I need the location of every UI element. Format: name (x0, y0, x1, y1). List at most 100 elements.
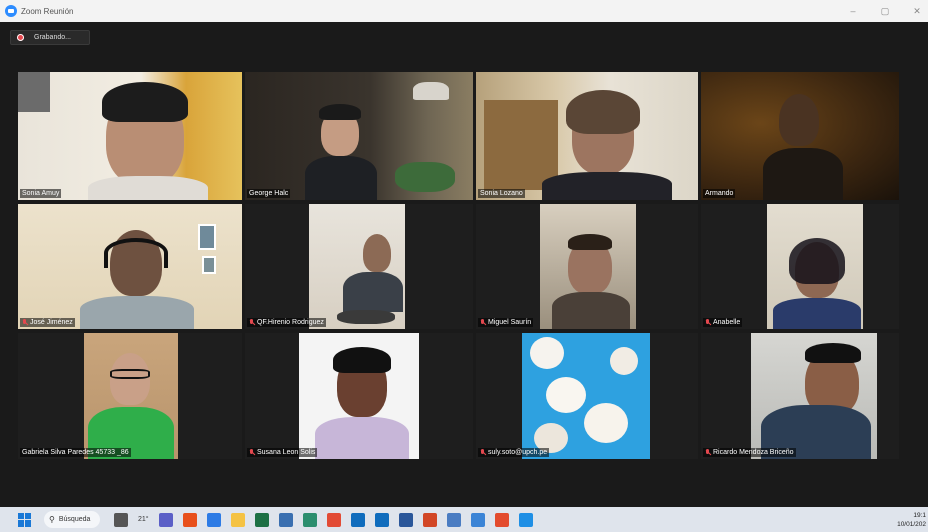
participant-name: QF.Hirenio Rodriguez (247, 318, 326, 327)
flower-blossom (610, 347, 638, 375)
calendar-icon[interactable] (470, 512, 485, 527)
participant-tile[interactable]: Ricardo Mendoza Briceño (701, 333, 899, 459)
minimize-button[interactable]: – (846, 6, 860, 16)
participant-name: Miguel Saurín (478, 318, 534, 327)
wall-picture (18, 72, 50, 112)
participant-tile[interactable]: Susana Leon Solis (245, 333, 473, 459)
windows-taskbar: ⚲ Búsqueda 21° 19:1 10/01/202 (0, 507, 928, 532)
mic-muted-icon (480, 319, 486, 326)
notepad-icon[interactable] (446, 512, 461, 527)
office-icon[interactable] (182, 512, 197, 527)
participant-name: Sonia Amuy (20, 189, 62, 198)
participant-tile[interactable]: Sonia Amuy (18, 72, 242, 200)
participant-hair (566, 90, 640, 134)
windows-start-icon[interactable] (18, 512, 32, 527)
help-icon[interactable] (518, 512, 533, 527)
participant-body (305, 156, 377, 200)
participant-body (763, 148, 843, 200)
participant-tile[interactable]: Anabelle (701, 204, 899, 329)
title-bar: Zoom Reunión – ▢ ✕ (0, 0, 928, 22)
weather-icon[interactable]: 21° (138, 516, 149, 523)
chrome-icon[interactable] (326, 512, 341, 527)
flower-blossom (530, 337, 564, 369)
zoom-window: Zoom Reunión – ▢ ✕ Grabando... Sonia Amu… (0, 0, 928, 532)
participant-body (80, 296, 194, 329)
participant-name: Armando (703, 189, 736, 198)
zoom-logo-icon (5, 5, 17, 17)
edge-icon[interactable] (302, 512, 317, 527)
participant-name: Anabelle (703, 318, 743, 327)
participant-tile[interactable]: suly.soto@upch.pe (476, 333, 698, 459)
participant-name: Sonia Lozano (478, 189, 525, 198)
bookshelf (484, 100, 558, 190)
lamp (413, 82, 449, 100)
mic-muted-icon (480, 449, 486, 456)
participant-name: George Halc (247, 189, 291, 198)
participant-face (110, 353, 150, 405)
taskbar-apps: 21° (114, 512, 533, 527)
desk-object (337, 310, 395, 324)
participant-tile[interactable]: Miguel Saurín (476, 204, 698, 329)
mic-muted-icon (705, 449, 711, 456)
headset-icon (104, 238, 168, 268)
mic-muted-icon (249, 319, 255, 326)
participant-body (343, 272, 403, 312)
mail-icon[interactable] (374, 512, 389, 527)
participant-hair (319, 104, 361, 120)
recording-label: Grabando... (34, 34, 71, 41)
outlook-icon[interactable] (350, 512, 365, 527)
participant-tile[interactable]: José Jiménez (18, 204, 242, 329)
app-icon[interactable] (494, 512, 509, 527)
participant-face (779, 94, 819, 146)
participant-face (363, 234, 391, 272)
system-clock[interactable]: 19:1 10/01/202 (897, 511, 926, 529)
task-view-icon[interactable] (114, 512, 128, 527)
clock-time: 19:1 (913, 512, 926, 519)
plants (395, 162, 455, 192)
file-explorer-icon[interactable] (230, 512, 245, 527)
participant-tile[interactable]: Sonia Lozano (476, 72, 698, 200)
mic-muted-icon (22, 319, 28, 326)
maximize-button[interactable]: ▢ (878, 6, 892, 17)
window-title: Zoom Reunión (21, 6, 74, 16)
participant-name: José Jiménez (20, 318, 75, 327)
participant-name: Gabriela Silva Paredes 45733 _86 (20, 448, 131, 457)
wall-frame (198, 224, 216, 250)
taskbar-search[interactable]: ⚲ Búsqueda (44, 511, 100, 528)
participant-hair (333, 347, 391, 373)
participant-name: Ricardo Mendoza Briceño (703, 448, 796, 457)
participant-tile-active-speaker[interactable]: George Halc (245, 72, 473, 200)
close-button[interactable]: ✕ (910, 6, 924, 17)
search-label: Búsqueda (58, 516, 91, 523)
participant-hair (102, 82, 188, 122)
participant-name: Susana Leon Solis (247, 448, 318, 457)
participant-body (773, 298, 861, 329)
clock-date: 10/01/202 (897, 521, 926, 528)
participant-body (542, 172, 672, 200)
meeting-gallery: Grabando... Sonia Amuy George Halc Sonia… (0, 22, 928, 507)
participant-hair (568, 234, 612, 250)
participant-body (552, 292, 630, 329)
glasses-icon (110, 369, 150, 379)
recording-indicator[interactable]: Grabando... (10, 30, 90, 45)
participant-hair (789, 238, 845, 284)
participant-tile[interactable]: Armando (701, 72, 899, 200)
wall-frame (202, 256, 216, 274)
search-icon: ⚲ (49, 515, 55, 524)
photos-icon[interactable] (278, 512, 293, 527)
participant-hair (805, 343, 861, 363)
window-controls: – ▢ ✕ (846, 0, 924, 22)
notes-icon[interactable] (206, 512, 221, 527)
excel-icon[interactable] (254, 512, 269, 527)
participant-tile[interactable]: QF.Hirenio Rodriguez (245, 204, 473, 329)
mic-muted-icon (705, 319, 711, 326)
participant-name: suly.soto@upch.pe (478, 448, 550, 457)
powerpoint-icon[interactable] (422, 512, 437, 527)
teams-icon[interactable] (158, 512, 173, 527)
participant-body (88, 176, 208, 200)
flower-blossom (584, 403, 628, 443)
word-icon[interactable] (398, 512, 413, 527)
flower-blossom (546, 377, 586, 413)
record-icon (17, 34, 24, 41)
participant-tile[interactable]: Gabriela Silva Paredes 45733 _86 (18, 333, 242, 459)
